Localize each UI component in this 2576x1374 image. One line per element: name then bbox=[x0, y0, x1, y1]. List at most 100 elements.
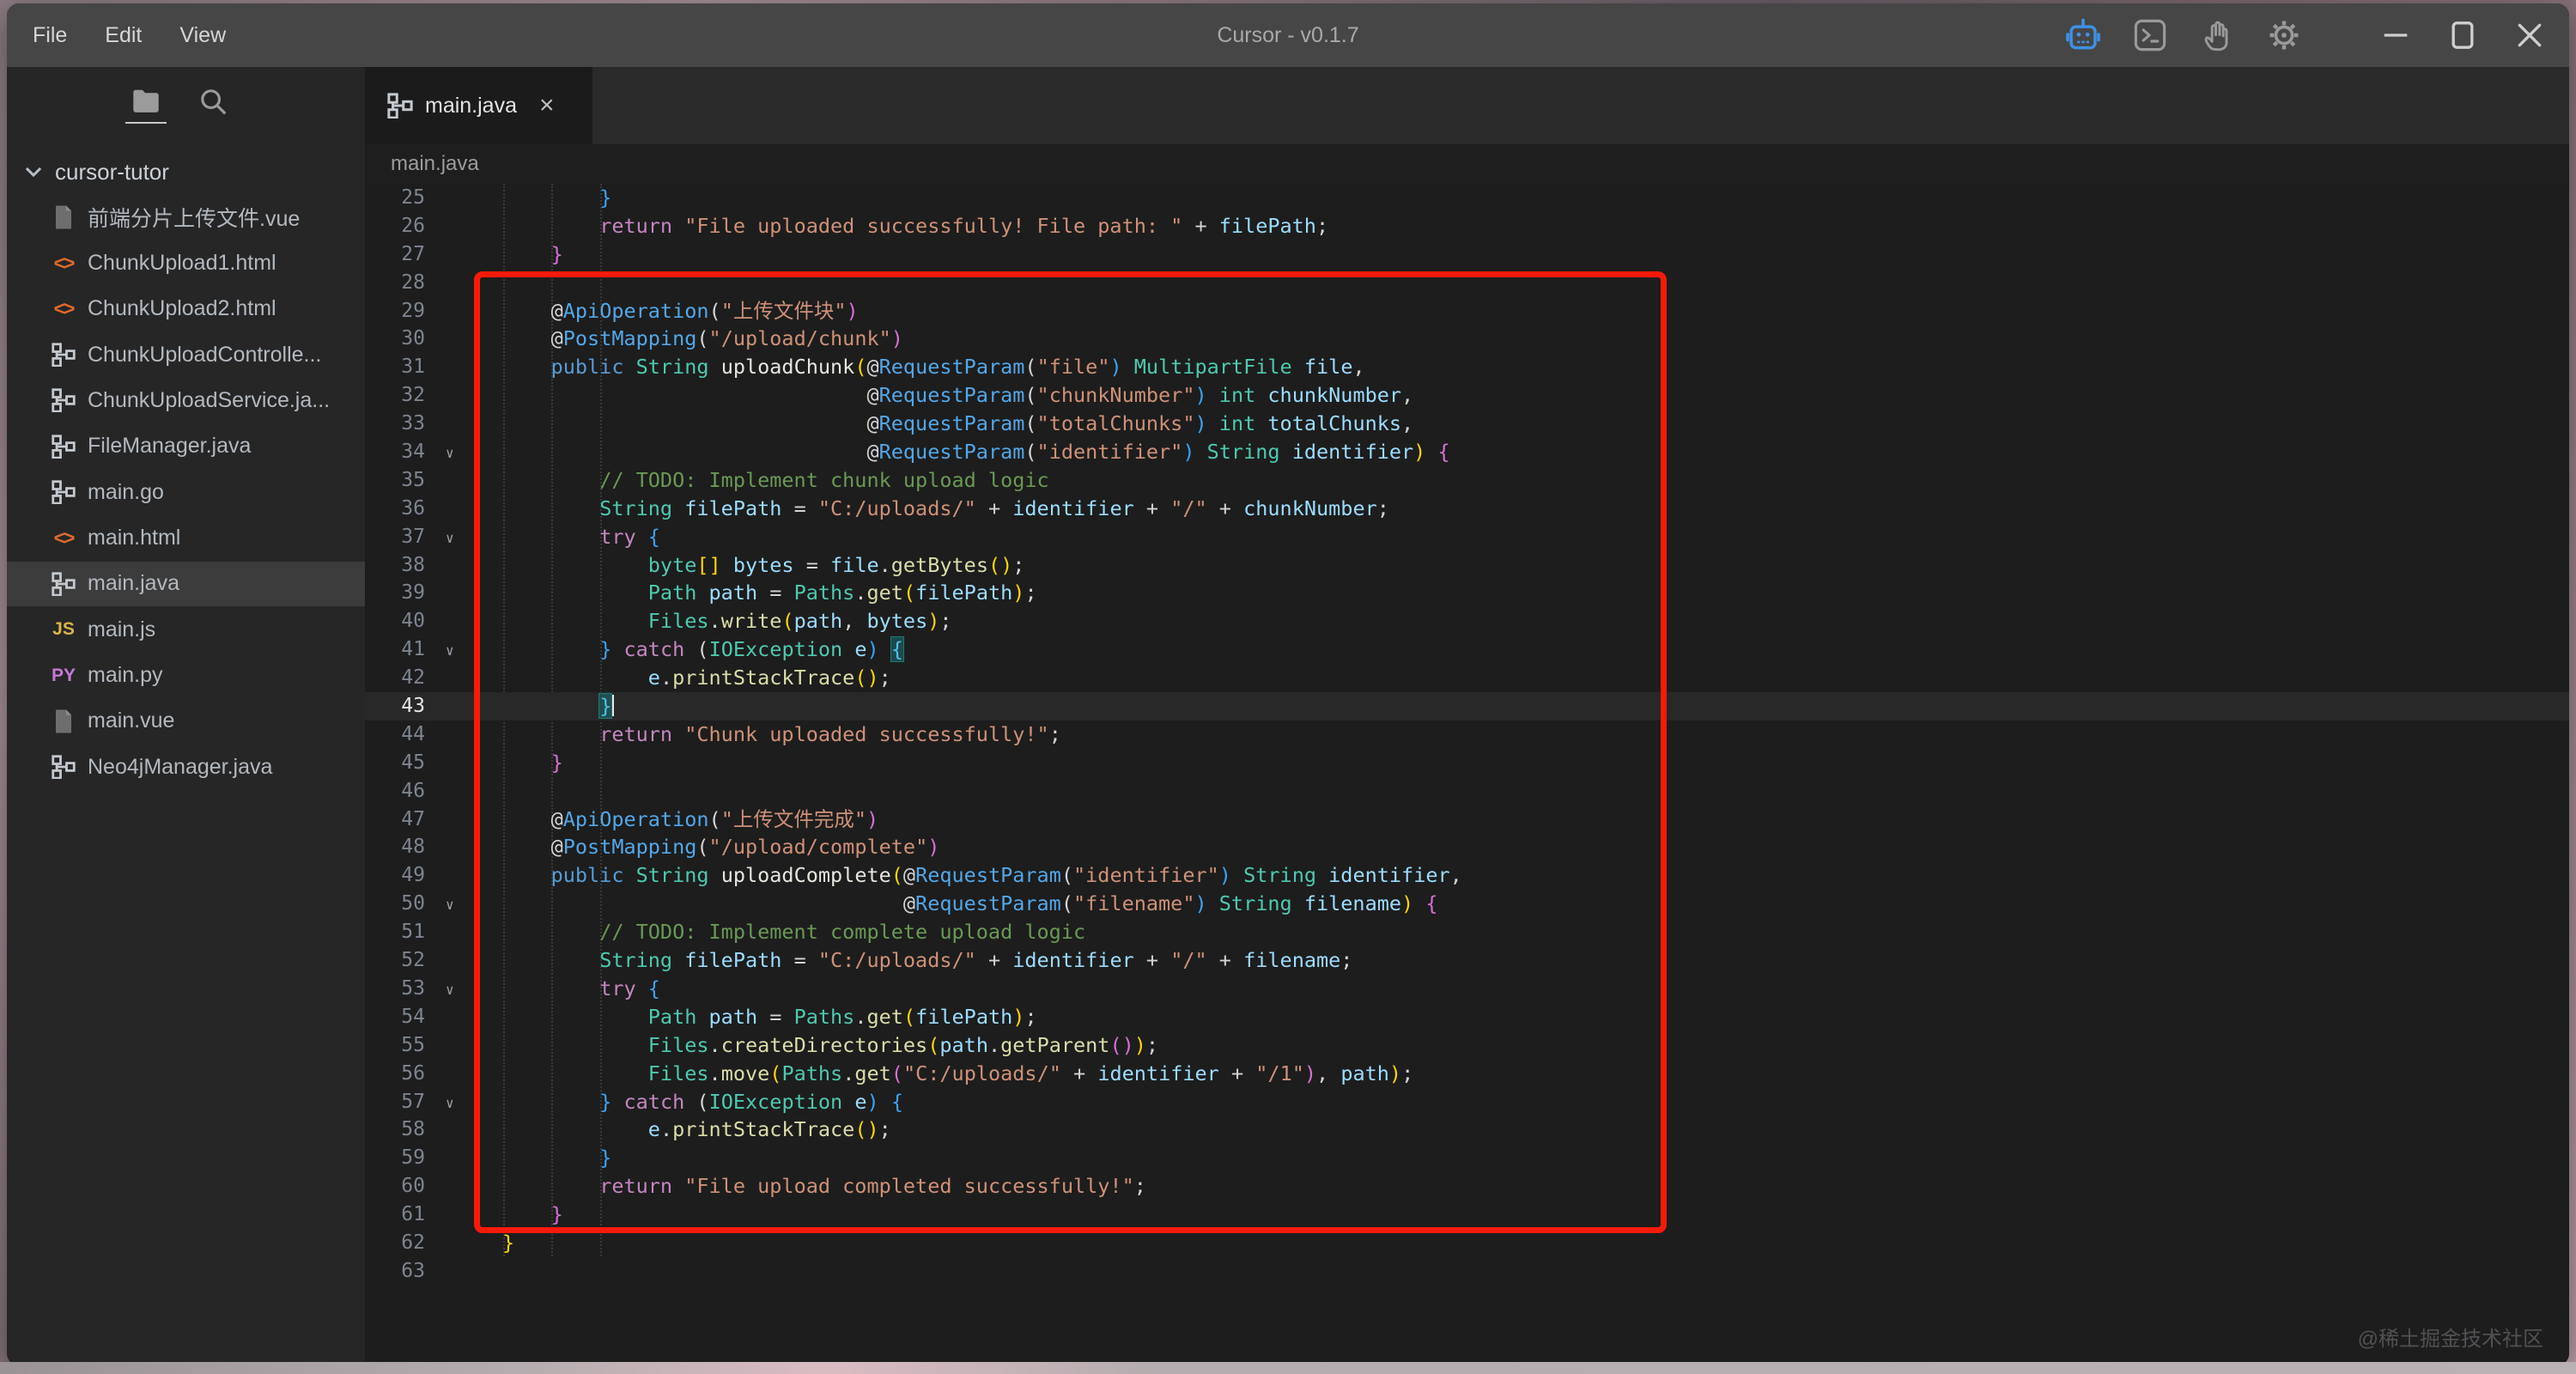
line-number: 47 bbox=[401, 807, 425, 830]
code-line-55[interactable]: 55 Files.createDirectories(path.getParen… bbox=[365, 1031, 2569, 1060]
code-line-49[interactable]: 49 public String uploadComplete(@Request… bbox=[365, 861, 2569, 890]
sidebar-item-main-html[interactable]: <> main.html bbox=[7, 515, 365, 560]
code-line-48[interactable]: 48 @PostMapping("/upload/complete") bbox=[365, 833, 2569, 861]
sidebar-item-main-go[interactable]: main.go bbox=[7, 470, 365, 514]
sidebar-item-filemanager-java[interactable]: FileManager.java bbox=[7, 424, 365, 469]
code-text: e.printStackTrace(); bbox=[647, 1117, 891, 1142]
fold-chevron-icon[interactable]: ∨ bbox=[446, 976, 454, 1005]
code-text: @ApiOperation("上传文件完成") bbox=[550, 806, 879, 831]
code-line-57[interactable]: 57 ∨ } catch (IOException e) { bbox=[365, 1088, 2569, 1116]
code-line-51[interactable]: 51 // TODO: Implement complete upload lo… bbox=[365, 918, 2569, 946]
tab-close-icon[interactable]: × bbox=[539, 93, 555, 119]
code-line-61[interactable]: 61 } bbox=[365, 1201, 2569, 1229]
code-line-30[interactable]: 30 @PostMapping("/upload/chunk") bbox=[365, 325, 2569, 353]
code-text: try { bbox=[599, 524, 660, 549]
sidebar-item-root[interactable]: cursor-tutor bbox=[7, 149, 365, 194]
java-file-icon bbox=[52, 388, 76, 413]
code-line-44[interactable]: 44 return "Chunk uploaded successfully!"… bbox=[365, 720, 2569, 749]
code-text: @PostMapping("/upload/complete") bbox=[550, 835, 940, 860]
code-text: } bbox=[550, 241, 563, 266]
terminal-icon[interactable] bbox=[2126, 11, 2174, 59]
code-line-27[interactable]: 27 } bbox=[365, 240, 2569, 269]
java-file-icon bbox=[387, 93, 413, 119]
code-text: Path path = Paths.get(filePath); bbox=[647, 581, 1037, 605]
tab-main-java[interactable]: main.java × bbox=[365, 67, 592, 144]
fold-chevron-icon[interactable]: ∨ bbox=[446, 440, 454, 468]
code-text: } bbox=[550, 1202, 563, 1227]
code-line-28[interactable]: 28 bbox=[365, 269, 2569, 297]
robot-icon[interactable] bbox=[2059, 11, 2107, 59]
code-line-43[interactable]: 43 } bbox=[365, 692, 2569, 720]
code-line-37[interactable]: 37 ∨ try { bbox=[365, 523, 2569, 551]
fold-chevron-icon[interactable]: ∨ bbox=[446, 525, 454, 553]
code-text: public String uploadChunk(@RequestParam(… bbox=[550, 355, 1365, 380]
code-line-34[interactable]: 34 ∨ @RequestParam("identifier") String i… bbox=[365, 438, 2569, 466]
code-line-53[interactable]: 53 ∨ try { bbox=[365, 975, 2569, 1003]
gear-icon[interactable] bbox=[2260, 11, 2308, 59]
explorer-folder-icon[interactable] bbox=[127, 82, 165, 120]
code-line-31[interactable]: 31 public String uploadChunk(@RequestPar… bbox=[365, 353, 2569, 381]
sidebar-item-main-vue[interactable]: main.vue bbox=[7, 699, 365, 744]
line-number: 53 bbox=[401, 976, 425, 1000]
sidebar-item-chunkuploadcontrolle-[interactable]: ChunkUploadControlle... bbox=[7, 332, 365, 377]
fold-chevron-icon[interactable]: ∨ bbox=[446, 891, 454, 920]
code-line-42[interactable]: 42 e.printStackTrace(); bbox=[365, 664, 2569, 692]
file-label: FileManager.java bbox=[88, 434, 252, 459]
close-button[interactable] bbox=[2506, 11, 2554, 59]
file-label: main.py bbox=[88, 663, 163, 687]
menu-file[interactable]: File bbox=[33, 23, 67, 48]
code-line-41[interactable]: 41 ∨ } catch (IOException e) { bbox=[365, 635, 2569, 664]
sidebar-item-chunkuploadservice-ja-[interactable]: ChunkUploadService.ja... bbox=[7, 378, 365, 423]
breadcrumb[interactable]: main.java bbox=[365, 144, 2569, 184]
menu-edit[interactable]: Edit bbox=[105, 23, 142, 48]
code-line-59[interactable]: 59 } bbox=[365, 1144, 2569, 1172]
file-label: main.go bbox=[88, 479, 164, 504]
fold-chevron-icon[interactable]: ∨ bbox=[446, 637, 454, 666]
fold-chevron-icon[interactable]: ∨ bbox=[446, 1090, 454, 1118]
maximize-button[interactable] bbox=[2439, 11, 2487, 59]
code-line-33[interactable]: 33 @RequestParam("totalChunks") int tota… bbox=[365, 410, 2569, 438]
code-line-45[interactable]: 45 } bbox=[365, 749, 2569, 777]
sidebar-item-main-java[interactable]: main.java bbox=[7, 561, 365, 606]
java-file-icon bbox=[52, 572, 76, 596]
code-line-39[interactable]: 39 Path path = Paths.get(filePath); bbox=[365, 579, 2569, 607]
code-line-25[interactable]: 25 } bbox=[365, 184, 2569, 212]
code-line-38[interactable]: 38 byte[] bytes = file.getBytes(); bbox=[365, 551, 2569, 580]
code-line-63[interactable]: 63 bbox=[365, 1257, 2569, 1286]
code-line-36[interactable]: 36 String filePath = "C:/uploads/" + ide… bbox=[365, 495, 2569, 523]
code-text: } bbox=[599, 185, 612, 210]
code-line-29[interactable]: 29 @ApiOperation("上传文件块") bbox=[365, 297, 2569, 325]
code-line-58[interactable]: 58 e.printStackTrace(); bbox=[365, 1116, 2569, 1144]
search-icon[interactable] bbox=[194, 82, 232, 120]
code-line-35[interactable]: 35 // TODO: Implement chunk upload logic bbox=[365, 466, 2569, 495]
wave-hand-icon[interactable] bbox=[2193, 11, 2241, 59]
code-line-62[interactable]: 62} bbox=[365, 1229, 2569, 1257]
desktop: File Edit View Cursor - v0.1.7 cursor-tu… bbox=[0, 0, 2576, 1374]
sidebar-item-neo4jmanager-java[interactable]: Neo4jManager.java bbox=[7, 745, 365, 789]
sidebar-item-main-js[interactable]: JS main.js bbox=[7, 607, 365, 652]
minimize-button[interactable] bbox=[2372, 11, 2420, 59]
code-line-40[interactable]: 40 Files.write(path, bytes); bbox=[365, 607, 2569, 635]
code-line-26[interactable]: 26 return "File uploaded successfully! F… bbox=[365, 212, 2569, 240]
sidebar-item-chunkupload1-html[interactable]: <> ChunkUpload1.html bbox=[7, 240, 365, 285]
menu-view[interactable]: View bbox=[179, 23, 226, 48]
sidebar-item-main-py[interactable]: PY main.py bbox=[7, 654, 365, 698]
sidebar-item-chunkupload2-html[interactable]: <> ChunkUpload2.html bbox=[7, 287, 365, 331]
code-line-46[interactable]: 46 bbox=[365, 777, 2569, 806]
code-line-54[interactable]: 54 Path path = Paths.get(filePath); bbox=[365, 1003, 2569, 1031]
line-number: 51 bbox=[401, 921, 425, 944]
code-line-56[interactable]: 56 Files.move(Paths.get("C:/uploads/" + … bbox=[365, 1060, 2569, 1088]
code-text: Files.move(Paths.get("C:/uploads/" + ide… bbox=[647, 1061, 1414, 1085]
sidebar-item--vue[interactable]: 前端分片上传文件.vue bbox=[7, 195, 365, 240]
code-line-52[interactable]: 52 String filePath = "C:/uploads/" + ide… bbox=[365, 946, 2569, 975]
code-line-60[interactable]: 60 return "File upload completed success… bbox=[365, 1172, 2569, 1201]
menu-bar: File Edit View bbox=[7, 23, 226, 48]
code-line-50[interactable]: 50 ∨ @RequestParam("filename") String fil… bbox=[365, 890, 2569, 918]
html-file-icon: <> bbox=[53, 251, 76, 274]
code-line-47[interactable]: 47 @ApiOperation("上传文件完成") bbox=[365, 806, 2569, 834]
code-text: } bbox=[550, 750, 563, 775]
line-number: 38 bbox=[401, 553, 425, 576]
code-area[interactable]: 25 } 26 return "File uploaded successfull… bbox=[365, 184, 2569, 1365]
code-line-32[interactable]: 32 @RequestParam("chunkNumber") int chun… bbox=[365, 381, 2569, 410]
desktop-strip bbox=[0, 1362, 2576, 1374]
